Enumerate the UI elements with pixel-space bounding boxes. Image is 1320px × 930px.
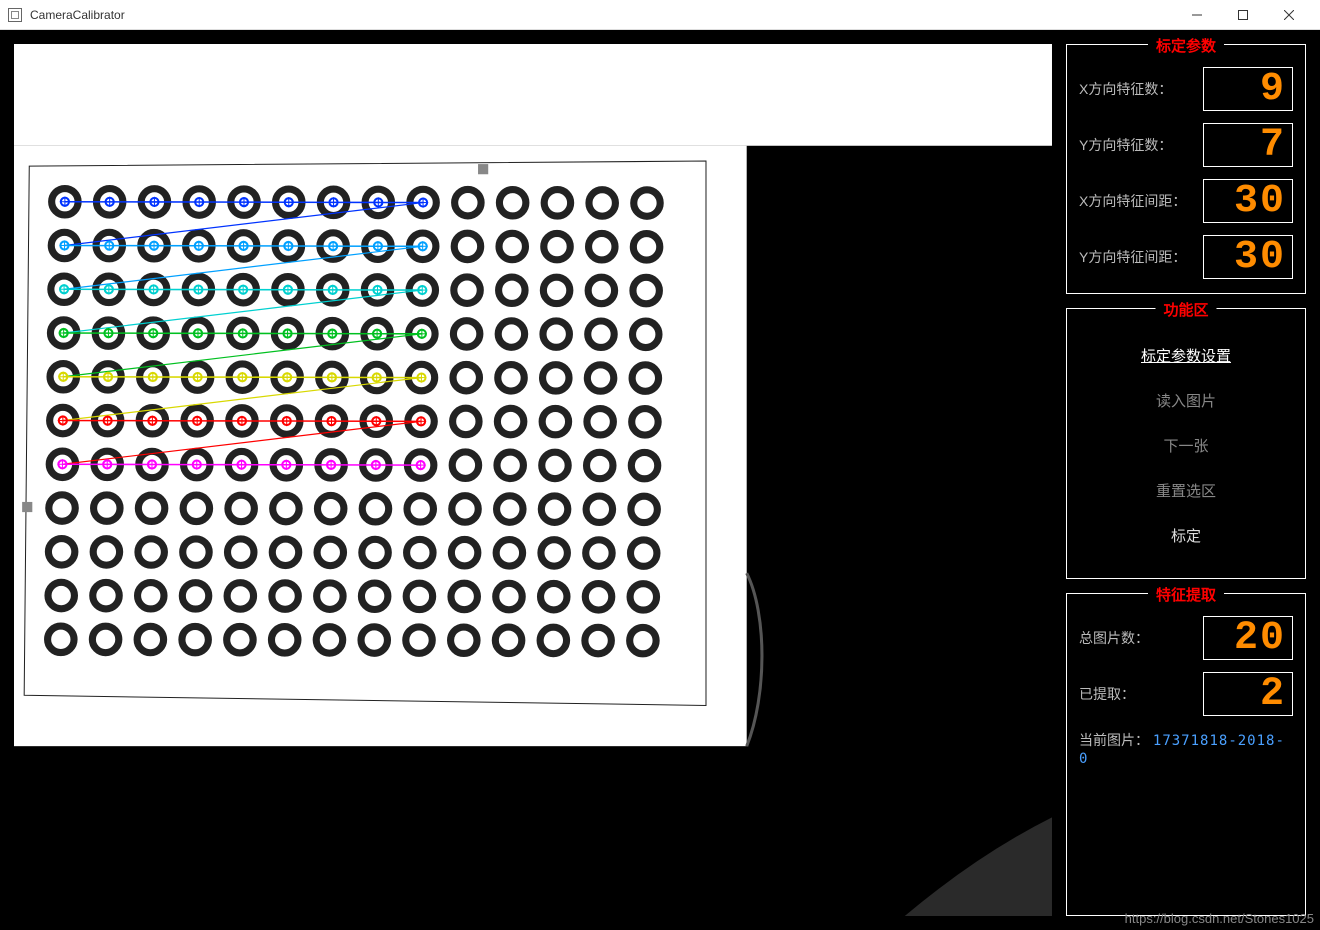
- app-frame: 标定参数 X方向特征数： 9 Y方向特征数： 7 X方向特征间距： 30 Y方向…: [0, 30, 1320, 930]
- extract-row-total: 总图片数： 20: [1079, 616, 1293, 660]
- function-item[interactable]: 读入图片: [1156, 390, 1216, 411]
- window-title: CameraCalibrator: [30, 8, 125, 22]
- function-item[interactable]: 标定: [1171, 525, 1201, 546]
- function-item[interactable]: 下一张: [1163, 435, 1208, 456]
- function-item[interactable]: 重置选区: [1156, 480, 1216, 501]
- current-image-label: 当前图片：: [1079, 732, 1149, 748]
- param-value-y-count[interactable]: 7: [1203, 123, 1293, 167]
- close-icon: [1284, 10, 1294, 20]
- param-row-x-count: X方向特征数： 9: [1079, 67, 1293, 111]
- param-value-x-spacing[interactable]: 30: [1203, 179, 1293, 223]
- window-close-button[interactable]: [1266, 0, 1312, 30]
- extract-row-current: 当前图片： 17371818-2018-0: [1079, 730, 1293, 767]
- window-maximize-button[interactable]: [1220, 0, 1266, 30]
- function-item[interactable]: 标定参数设置: [1141, 345, 1231, 366]
- param-label: 已提取：: [1079, 684, 1135, 704]
- panel-title-extract: 特征提取: [1148, 584, 1224, 605]
- param-label: Y方向特征间距：: [1079, 247, 1186, 267]
- function-list: 标定参数设置读入图片下一张重置选区标定: [1079, 331, 1293, 566]
- image-viewport[interactable]: [14, 44, 1052, 916]
- window-titlebar: CameraCalibrator: [0, 0, 1320, 30]
- calibration-image: [14, 44, 1052, 916]
- panel-feature-extract: 特征提取 总图片数： 20 已提取： 2 当前图片： 17371818-2018…: [1066, 593, 1306, 916]
- param-row-x-spacing: X方向特征间距： 30: [1079, 179, 1293, 223]
- main-layout: 标定参数 X方向特征数： 9 Y方向特征数： 7 X方向特征间距： 30 Y方向…: [14, 44, 1306, 916]
- param-row-y-spacing: Y方向特征间距： 30: [1079, 235, 1293, 279]
- window-minimize-button[interactable]: [1174, 0, 1220, 30]
- extract-value-total: 20: [1203, 616, 1293, 660]
- panel-functions: 功能区 标定参数设置读入图片下一张重置选区标定: [1066, 308, 1306, 579]
- param-row-y-count: Y方向特征数： 7: [1079, 123, 1293, 167]
- param-value-y-spacing[interactable]: 30: [1203, 235, 1293, 279]
- window-buttons: [1174, 0, 1312, 30]
- extract-value-done: 2: [1203, 672, 1293, 716]
- window-app-icon: [8, 8, 22, 22]
- panel-title-func: 功能区: [1155, 299, 1216, 320]
- minimize-icon: [1192, 10, 1202, 20]
- panel-title-calib: 标定参数: [1148, 35, 1224, 56]
- panel-calibration-params: 标定参数 X方向特征数： 9 Y方向特征数： 7 X方向特征间距： 30 Y方向…: [1066, 44, 1306, 294]
- maximize-icon: [1238, 10, 1248, 20]
- param-label: Y方向特征数：: [1079, 135, 1172, 155]
- sidebar: 标定参数 X方向特征数： 9 Y方向特征数： 7 X方向特征间距： 30 Y方向…: [1066, 44, 1306, 916]
- param-value-x-count[interactable]: 9: [1203, 67, 1293, 111]
- param-label: X方向特征数：: [1079, 79, 1172, 99]
- param-label: 总图片数：: [1079, 628, 1149, 648]
- extract-row-done: 已提取： 2: [1079, 672, 1293, 716]
- param-label: X方向特征间距：: [1079, 191, 1186, 211]
